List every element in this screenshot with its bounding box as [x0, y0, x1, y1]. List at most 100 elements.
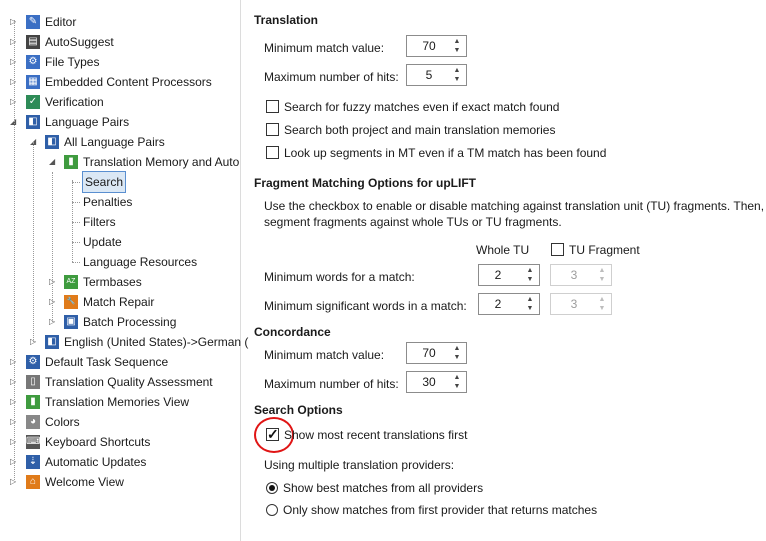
tree-item-file-types[interactable]: ▷ ⚙ File Types: [0, 52, 240, 72]
spin-up-icon[interactable]: ▲: [452, 374, 462, 382]
spin-down-icon[interactable]: ▼: [452, 47, 462, 55]
language-pairs-icon: ◧: [26, 115, 40, 129]
min-words-whole-stepper[interactable]: 2 ▲ ▼: [478, 264, 540, 286]
tree-item-autosuggest[interactable]: ▷ ▤ AutoSuggest: [0, 32, 240, 52]
verification-icon: ✓: [26, 95, 40, 109]
search-both-checkbox[interactable]: [266, 123, 279, 136]
tree-item-search[interactable]: Search: [0, 171, 240, 193]
spin-down-icon[interactable]: ▼: [525, 276, 535, 284]
spin-down-icon[interactable]: ▼: [452, 383, 462, 391]
spin-down-icon[interactable]: ▼: [525, 305, 535, 313]
expanded-arrow-icon[interactable]: ◢: [30, 132, 38, 152]
tree-connector: [72, 242, 80, 243]
max-hits-value: 5: [425, 68, 433, 82]
mt-lookup-checkbox[interactable]: [266, 146, 279, 159]
tree-item-update[interactable]: Update: [0, 232, 240, 252]
fuzzy-checkbox[interactable]: [266, 100, 279, 113]
max-hits-label: Maximum number of hits:: [264, 70, 399, 84]
spin-down-icon[interactable]: ▼: [452, 354, 462, 362]
tree-item-verification[interactable]: ▷ ✓ Verification: [0, 92, 240, 112]
mt-lookup-label: Look up segments in MT even if a TM matc…: [284, 146, 607, 160]
tree-item-all-language-pairs[interactable]: ◢ ◧ All Language Pairs: [0, 132, 240, 152]
tree-item-label: Search: [81, 171, 127, 193]
tree-item-automatic-updates[interactable]: ▷ ⇣ Automatic Updates: [0, 452, 240, 472]
tree-item-batch-processing[interactable]: ▷ ▣ Batch Processing: [0, 312, 240, 332]
termbases-icon: AZ: [64, 275, 78, 289]
tree-item-english-united-states-german[interactable]: ▷ ◧ English (United States)->German (: [0, 332, 248, 352]
whole-tu-label: Whole TU: [476, 243, 530, 257]
tree-item-default-task-sequence[interactable]: ▷ ⚙ Default Task Sequence: [0, 352, 240, 372]
concordance-min-match-label: Minimum match value:: [264, 348, 385, 362]
tree-item-language-resources[interactable]: Language Resources: [0, 252, 240, 272]
tree-item-match-repair[interactable]: ▷ 🔧 Match Repair: [0, 292, 240, 312]
tree-item-colors[interactable]: ▷ ◕ Colors: [0, 412, 240, 432]
concordance-min-match-stepper[interactable]: 70 ▲ ▼: [406, 342, 467, 364]
quality-assessment-icon: ▯: [26, 375, 40, 389]
tree-connector: [72, 222, 80, 223]
best-matches-radio[interactable]: [266, 482, 278, 494]
tree-item-translation-memories-view[interactable]: ▷ ▮ Translation Memories View: [0, 392, 240, 412]
spin-down-icon: ▼: [598, 305, 606, 312]
tree-item-translation-memory-and-auto[interactable]: ◢ ▮ Translation Memory and Auto: [0, 152, 240, 172]
collapsed-arrow-icon[interactable]: ▷: [49, 312, 57, 332]
tu-fragment-checkbox[interactable]: [551, 243, 564, 256]
fuzzy-label: Search for fuzzy matches even if exact m…: [284, 100, 560, 114]
spin-down-icon: ▼: [598, 276, 606, 283]
min-significant-fragment-value: 3: [570, 297, 578, 311]
settings-panel: Translation Minimum match value: 70 ▲ ▼ …: [242, 0, 766, 541]
tree-guide-line: [14, 20, 15, 480]
spin-up-icon[interactable]: ▲: [452, 38, 462, 46]
tree-item-label: English (United States)->German (: [64, 335, 249, 349]
wrench-icon: 🔧: [64, 295, 78, 309]
tree-connector: [72, 182, 80, 183]
tree-item-label: Filters: [83, 215, 116, 229]
spin-up-icon[interactable]: ▲: [452, 345, 462, 353]
radio-dot: [269, 485, 275, 491]
pencil-icon: ✎: [26, 15, 40, 29]
tree-item-welcome-view[interactable]: ▷ ⌂ Welcome View: [0, 472, 240, 492]
collapsed-arrow-icon[interactable]: ▷: [49, 292, 57, 312]
tree-item-label: Editor: [45, 15, 77, 29]
tree-item-label: Termbases: [83, 275, 142, 289]
tree-item-filters[interactable]: Filters: [0, 212, 240, 232]
embedded-content-icon: ▦: [26, 75, 40, 89]
tree-item-label: Embedded Content Processors: [45, 75, 212, 89]
min-significant-label: Minimum significant words in a match:: [264, 299, 467, 313]
spin-up-icon: ▲: [598, 296, 606, 303]
tree-item-translation-quality-assessment[interactable]: ▷ ▯ Translation Quality Assessment: [0, 372, 240, 392]
min-words-whole-value: 2: [494, 268, 502, 282]
first-provider-radio[interactable]: [266, 504, 278, 516]
multiple-providers-label: Using multiple translation providers:: [264, 458, 455, 472]
min-significant-whole-stepper[interactable]: 2 ▲ ▼: [478, 293, 540, 315]
concordance-min-match-value: 70: [422, 346, 436, 360]
spin-up-icon[interactable]: ▲: [525, 296, 535, 304]
spin-up-icon[interactable]: ▲: [525, 267, 535, 275]
tm-view-icon: ▮: [26, 395, 40, 409]
tree-item-label: Automatic Updates: [45, 455, 147, 469]
tree-item-penalties[interactable]: Penalties: [0, 192, 240, 212]
tree-item-label: Translation Quality Assessment: [45, 375, 213, 389]
tree-item-termbases[interactable]: ▷ AZ Termbases: [0, 272, 240, 292]
tree-item-label: Welcome View: [45, 475, 124, 489]
min-significant-fragment-stepper: 3 ▲ ▼: [550, 293, 612, 315]
options-tree: ▷ ✎ Editor ▷ ▤ AutoSuggest ▷ ⚙ File Types ▷ ▦ Embed…: [0, 0, 248, 541]
tree-item-editor[interactable]: ▷ ✎ Editor: [0, 12, 240, 32]
spin-down-icon[interactable]: ▼: [452, 76, 462, 84]
expanded-arrow-icon[interactable]: ◢: [49, 152, 57, 172]
checkmark-icon: ✓: [267, 426, 279, 442]
min-significant-whole-value: 2: [494, 297, 502, 311]
tree-item-label: Translation Memories View: [45, 395, 190, 409]
collapsed-arrow-icon[interactable]: ▷: [30, 332, 38, 352]
collapsed-arrow-icon[interactable]: ▷: [49, 272, 57, 292]
concordance-max-hits-stepper[interactable]: 30 ▲ ▼: [406, 371, 467, 393]
tree-item-keyboard-shortcuts[interactable]: ▷ ⌨ Keyboard Shortcuts: [0, 432, 240, 452]
all-language-pairs-icon: ◧: [45, 135, 59, 149]
min-match-stepper[interactable]: 70 ▲ ▼: [406, 35, 467, 57]
home-icon: ⌂: [26, 475, 40, 489]
recent-translations-checkbox[interactable]: ✓: [266, 426, 279, 442]
max-hits-stepper[interactable]: 5 ▲ ▼: [406, 64, 467, 86]
tree-item-language-pairs[interactable]: ◢ ◧ Language Pairs: [0, 112, 240, 132]
spin-up-icon[interactable]: ▲: [452, 67, 462, 75]
min-words-fragment-value: 3: [570, 268, 578, 282]
tree-item-embedded-content-processors[interactable]: ▷ ▦ Embedded Content Processors: [0, 72, 240, 92]
